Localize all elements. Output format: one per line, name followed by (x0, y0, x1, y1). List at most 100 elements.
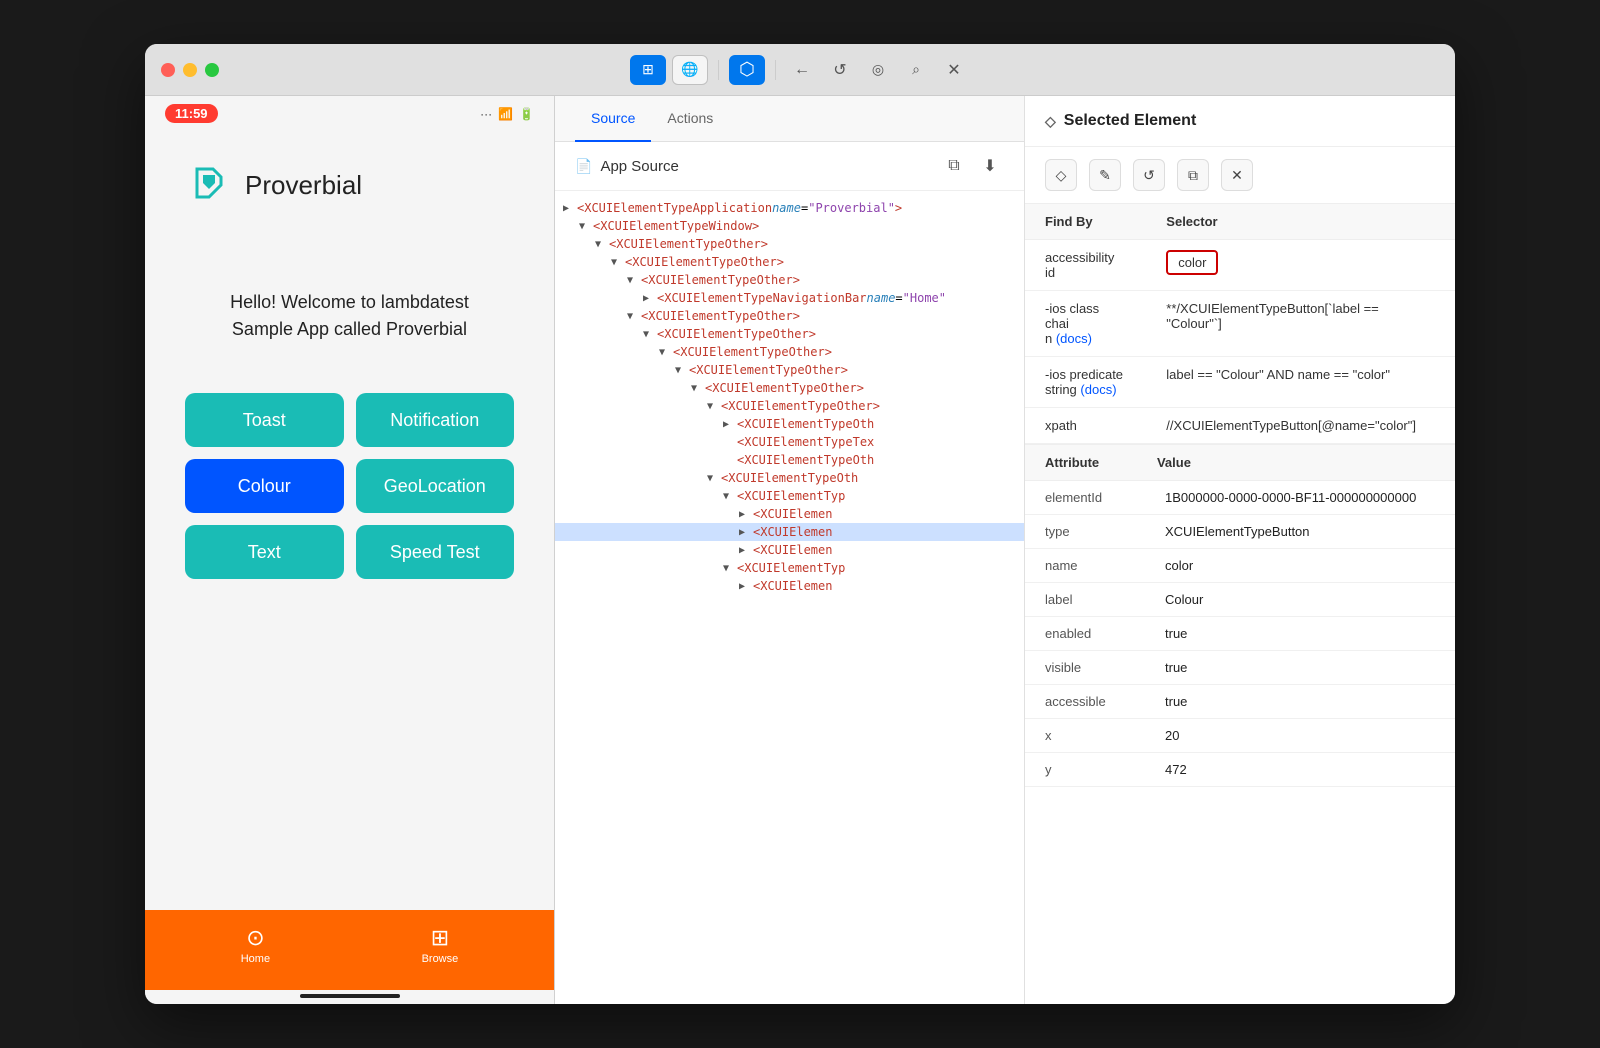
tree-node-other-12[interactable]: ▼ <XCUIElementTypeOth (555, 469, 1024, 487)
tree-node-other-11[interactable]: ▶ <XCUIElementTypeOth (555, 451, 1024, 469)
home-indicator (300, 994, 400, 998)
nav-browse[interactable]: ⊞ Browse (422, 925, 459, 965)
ios-status-bar: 11:59 ··· 📶 🔋 (145, 96, 554, 131)
tree-node-other-2[interactable]: ▼ <XCUIElementTypeOther> (555, 253, 1024, 271)
search-button[interactable]: ⌕ (900, 56, 932, 84)
tree-node-elem-3[interactable]: ▶ <XCUIElemen (555, 541, 1024, 559)
attr-x-value: 20 (1145, 719, 1455, 753)
nav-home[interactable]: ⊙ Home (241, 925, 270, 965)
attr-label-value: Colour (1145, 583, 1455, 617)
attr-type-label: type (1025, 515, 1145, 549)
signal-icon: ··· (480, 107, 492, 121)
document-icon: 📄 (575, 158, 592, 175)
find-row-ios-class-chain[interactable]: -ios class chain (docs) **/XCUIElementTy… (1025, 291, 1455, 357)
toolbar-separator-1 (718, 60, 719, 80)
close-session-button[interactable]: ✕ (938, 56, 970, 84)
source-toolbar: 📄 App Source ⧉ ⬇ (555, 142, 1024, 191)
find-by-xpath-label: xpath (1025, 408, 1146, 444)
attr-elementid-label: elementId (1025, 481, 1145, 515)
tree-arrow: ▼ (675, 365, 689, 376)
welcome-text: Hello! Welcome to lambdatest Sample App … (185, 289, 514, 343)
tree-node-other-14[interactable]: ▼ <XCUIElementTyp (555, 559, 1024, 577)
tree-node-elem-2-highlighted[interactable]: ▶ <XCUIElemen (555, 523, 1024, 541)
tree-node-other-9[interactable]: ▼ <XCUIElementTypeOther> (555, 397, 1024, 415)
copy-action-button[interactable]: ⧉ (1177, 159, 1209, 191)
grid-view-button[interactable]: ⊞ (630, 55, 666, 85)
tree-node-other-1[interactable]: ▼ <XCUIElementTypeOther> (555, 235, 1024, 253)
app-content: Proverbial Hello! Welcome to lambdatest … (145, 131, 554, 910)
refresh-button[interactable]: ↺ (824, 56, 856, 84)
edit-action-button[interactable]: ✎ (1089, 159, 1121, 191)
back-button[interactable]: ← (786, 56, 818, 84)
tree-arrow: ▼ (579, 221, 593, 232)
tree-arrow: ▼ (691, 383, 705, 394)
tree-node-elem-4[interactable]: ▶ <XCUIElemen (555, 577, 1024, 595)
tree-node-other-8[interactable]: ▼ <XCUIElementTypeOther> (555, 379, 1024, 397)
tree-node-elem-1[interactable]: ▶ <XCUIElemen (555, 505, 1024, 523)
attr-name-value: color (1145, 549, 1455, 583)
tree-node-other-5[interactable]: ▼ <XCUIElementTypeOther> (555, 325, 1024, 343)
attr-visible-label: visible (1025, 651, 1145, 685)
colour-button[interactable]: Colour (185, 459, 344, 513)
attr-enabled-label: enabled (1025, 617, 1145, 651)
tree-arrow: ▶ (739, 509, 753, 520)
tree-node-application[interactable]: ▶ <XCUIElementTypeApplication name = "Pr… (555, 199, 1024, 217)
bottom-nav-bar: ⊙ Home ⊞ Browse (145, 910, 554, 990)
ios-class-docs-link[interactable]: (docs) (1056, 331, 1092, 346)
tree-arrow: ▼ (723, 491, 737, 502)
download-source-button[interactable]: ⬇ (976, 152, 1004, 180)
delete-action-button[interactable]: ✕ (1221, 159, 1253, 191)
status-icons: ··· 📶 🔋 (480, 107, 534, 121)
attr-label: label Colour (1025, 583, 1455, 617)
nav-browse-label: Browse (422, 953, 459, 965)
source-panel: Source Actions 📄 App Source ⧉ ⬇ ▶ <XCUIE… (555, 96, 1025, 1004)
selected-element-panel: ◇ Selected Element ◇ ✎ ↺ ⧉ ✕ Find By Sel… (1025, 96, 1455, 1004)
geolocation-button[interactable]: GeoLocation (356, 459, 515, 513)
titlebar-toolbar: ⊞ 🌐 ⬡ ← ↺ ◎ ⌕ ✕ (630, 55, 970, 85)
find-row-accessibility-id[interactable]: accessibility id color (1025, 240, 1455, 291)
attr-y: y 472 (1025, 753, 1455, 787)
attr-accessible-label: accessible (1025, 685, 1145, 719)
app-logo-area: Proverbial (185, 161, 362, 209)
source-tree[interactable]: ▶ <XCUIElementTypeApplication name = "Pr… (555, 191, 1024, 1004)
tree-node-text[interactable]: ▶ <XCUIElementTypeTex (555, 433, 1024, 451)
tree-node-other-4[interactable]: ▼ <XCUIElementTypeOther> (555, 307, 1024, 325)
speed-test-button[interactable]: Speed Test (356, 525, 515, 579)
notification-button[interactable]: Notification (356, 393, 515, 447)
app-logo-icon (185, 161, 233, 209)
ios-predicate-docs-link[interactable]: (docs) (1080, 382, 1116, 397)
loop-action-button[interactable]: ↺ (1133, 159, 1165, 191)
toast-button[interactable]: Toast (185, 393, 344, 447)
tree-arrow: ▶ (739, 545, 753, 556)
attr-accessible: accessible true (1025, 685, 1455, 719)
tap-action-button[interactable]: ◇ (1045, 159, 1077, 191)
globe-button[interactable]: 🌐 (672, 55, 708, 85)
tree-node-other-7[interactable]: ▼ <XCUIElementTypeOther> (555, 361, 1024, 379)
app-button-grid: Toast Notification Colour GeoLocation Te… (185, 393, 514, 579)
selected-element-header: ◇ Selected Element (1025, 96, 1455, 147)
copy-source-button[interactable]: ⧉ (940, 152, 968, 180)
tree-node-navbar[interactable]: ▶ <XCUIElementTypeNavigationBar name = "… (555, 289, 1024, 307)
text-button[interactable]: Text (185, 525, 344, 579)
attr-element-id: elementId 1B000000-0000-0000-BF11-000000… (1025, 481, 1455, 515)
selector-ios-predicate-value: label == "Colour" AND name == "color" (1146, 357, 1455, 408)
panel-tabs: Source Actions (555, 96, 1024, 142)
cursor-button[interactable]: ⬡ (729, 55, 765, 85)
tree-arrow: ▶ (739, 527, 753, 538)
find-row-ios-predicate[interactable]: -ios predicatestring (docs) label == "Co… (1025, 357, 1455, 408)
attributes-section-header: Attribute Value (1025, 444, 1455, 481)
minimize-button[interactable] (183, 63, 197, 77)
tab-source[interactable]: Source (575, 96, 651, 142)
find-row-xpath[interactable]: xpath //XCUIElementTypeButton[@name="col… (1025, 408, 1455, 444)
eye-button[interactable]: ◎ (862, 56, 894, 84)
tree-node-other-10[interactable]: ▶ <XCUIElementTypeOth (555, 415, 1024, 433)
tree-arrow: ▼ (595, 239, 609, 250)
tree-node-other-13[interactable]: ▼ <XCUIElementTyp (555, 487, 1024, 505)
tree-node-other-6[interactable]: ▼ <XCUIElementTypeOther> (555, 343, 1024, 361)
close-button[interactable] (161, 63, 175, 77)
tree-node-other-3[interactable]: ▼ <XCUIElementTypeOther> (555, 271, 1024, 289)
attr-label-label: label (1025, 583, 1145, 617)
tree-node-window[interactable]: ▼ <XCUIElementTypeWindow> (555, 217, 1024, 235)
maximize-button[interactable] (205, 63, 219, 77)
tab-actions[interactable]: Actions (651, 96, 729, 142)
